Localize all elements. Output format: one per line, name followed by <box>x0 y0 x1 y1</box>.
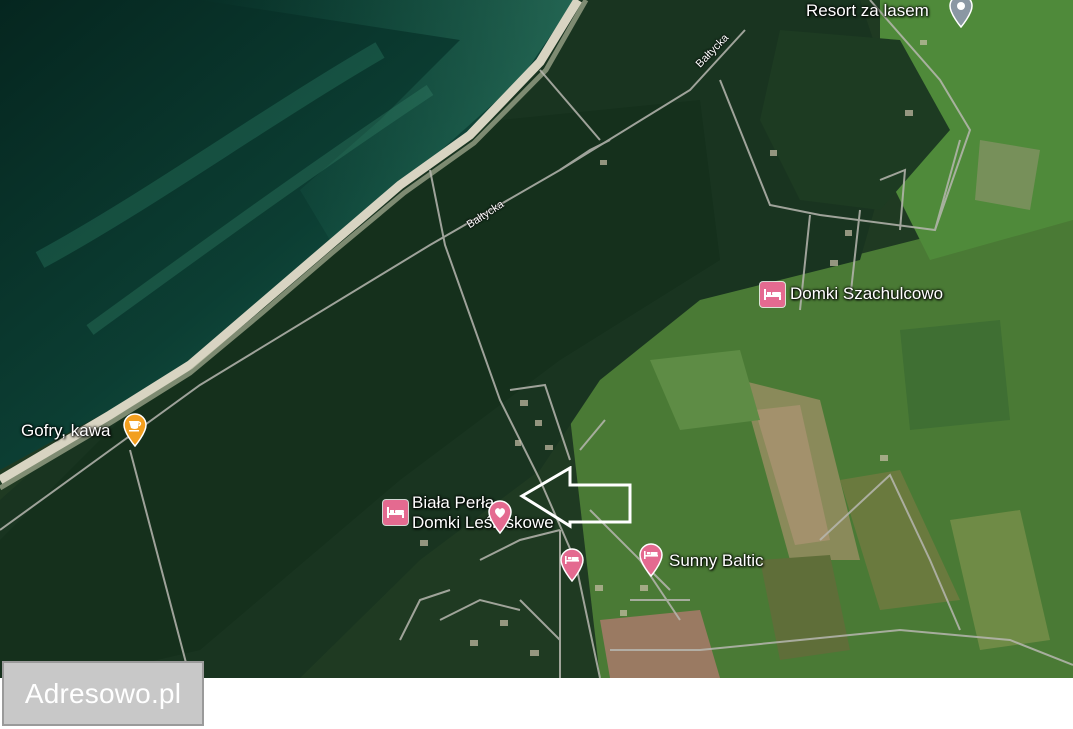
generic-pin-icon[interactable] <box>948 0 974 28</box>
place-label-biala-perla[interactable]: Biała Perła <box>412 493 494 513</box>
place-label-szachulcowo[interactable]: Domki Szachulcowo <box>790 284 943 304</box>
satellite-map[interactable]: Bałtycka Bałtycka Resort za lasem Domki … <box>0 0 1073 678</box>
lodging-icon[interactable] <box>760 282 785 307</box>
place-label-gofry[interactable]: Gofry, kawa <box>21 421 110 441</box>
lodging-pin-icon[interactable] <box>638 543 664 577</box>
watermark-logo: Adresowo.pl <box>2 661 204 726</box>
map-imagery <box>0 0 1073 678</box>
watermark-text: Adresowo.pl <box>24 677 182 709</box>
cafe-icon[interactable] <box>122 413 148 447</box>
place-label-resort[interactable]: Resort za lasem <box>806 1 929 21</box>
lodging-pin-icon[interactable] <box>559 548 585 582</box>
arrow-icon <box>519 466 632 529</box>
lodging-icon[interactable] <box>383 500 408 525</box>
heart-pin-icon[interactable] <box>487 500 513 534</box>
place-label-sunny-baltic[interactable]: Sunny Baltic <box>669 551 764 571</box>
